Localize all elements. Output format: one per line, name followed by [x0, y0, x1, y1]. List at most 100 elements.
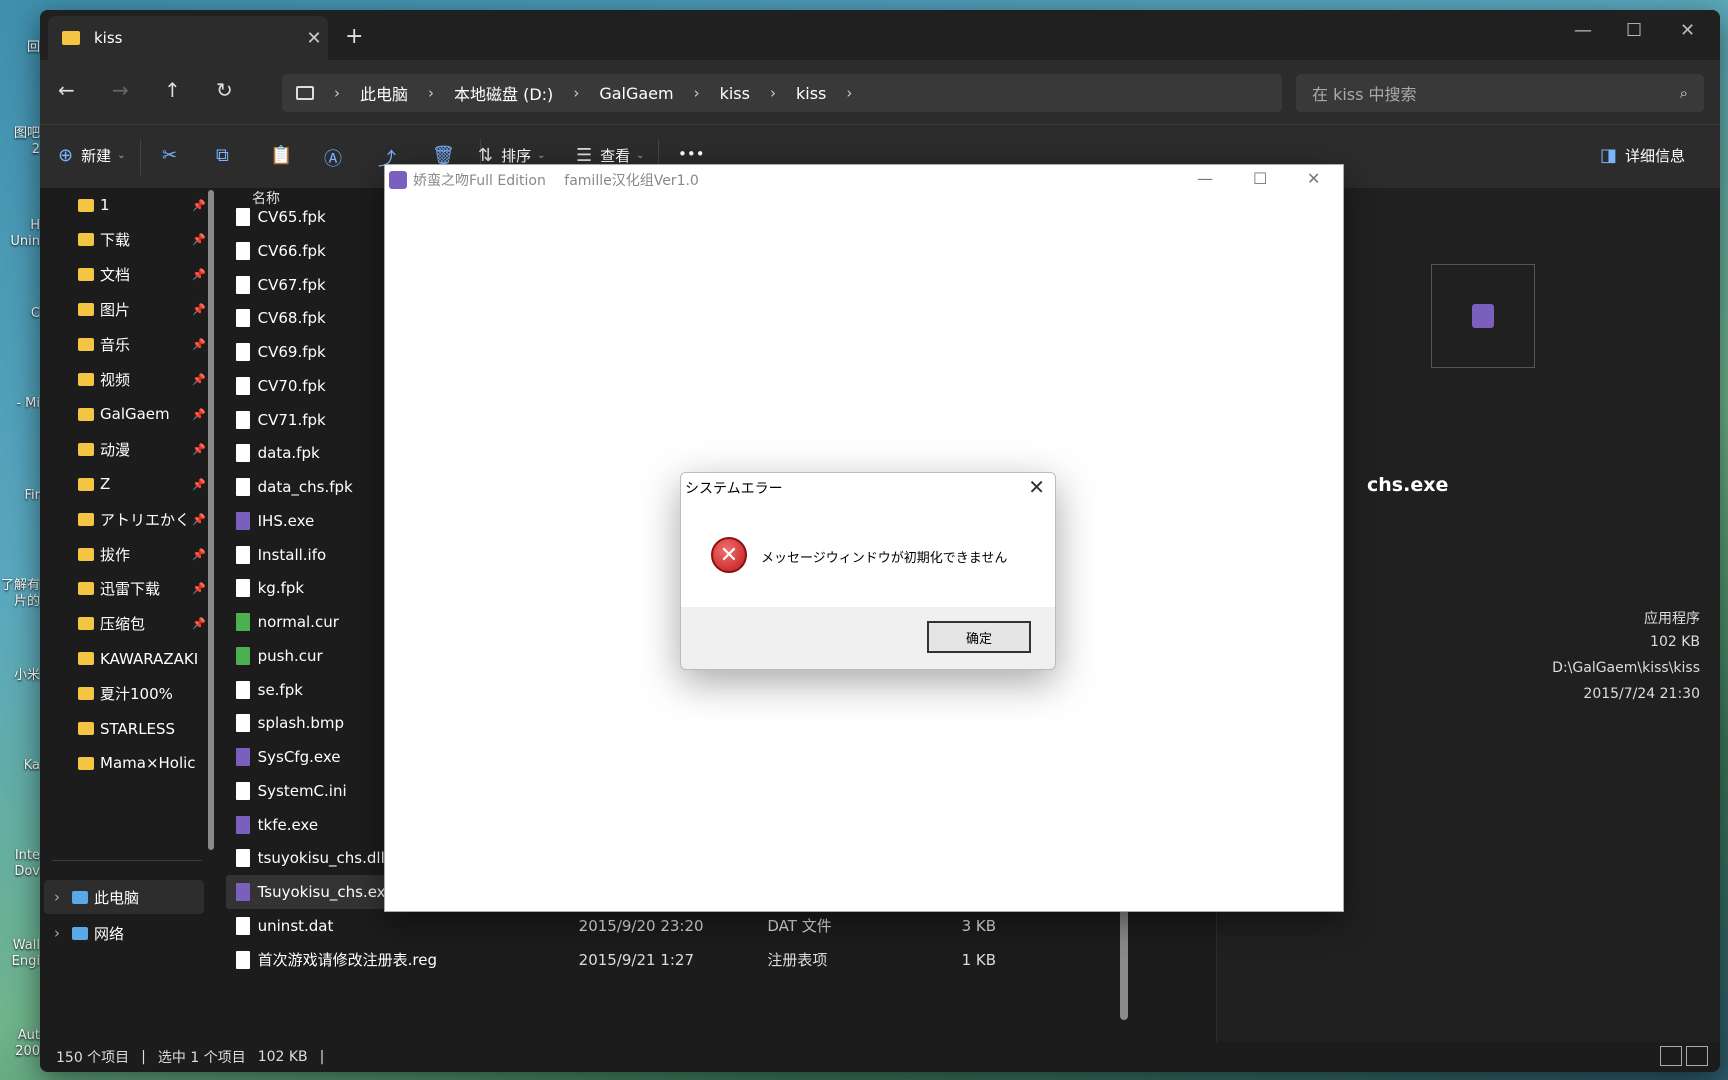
address-bar[interactable]: › 此电脑 › 本地磁盘 (D:) › GalGaem › kiss › kis…	[282, 74, 1282, 112]
navigation-pane: 1 📌 下载 📌 文档 📌 图片 📌 音乐 📌 视频 📌 GalGaem 📌 动漫 📌 Z 📌 アトリエかく 📌 拔作 📌…	[40, 188, 210, 1042]
refresh-icon[interactable]: ↻	[216, 78, 233, 102]
chevron-down-icon: ⌄	[636, 150, 645, 161]
paste-button[interactable]: 📋	[270, 145, 300, 166]
sort-button[interactable]: ⇅ 排序 ⌄	[478, 145, 546, 166]
file-icon	[236, 680, 250, 699]
game-window-titlebar: 娇蛮之吻Full Edition famille汉化组Ver1.0 — ☐ ✕	[385, 165, 1343, 195]
back-arrow-icon[interactable]: ←	[58, 78, 75, 102]
desktop-icon-label[interactable]: 图吧 2	[0, 126, 40, 158]
maximize-icon[interactable]: ☐	[1626, 20, 1642, 41]
new-label: 新建	[81, 147, 112, 165]
close-window-icon[interactable]: ✕	[1307, 169, 1320, 188]
folder-icon	[78, 373, 94, 386]
more-options-button[interactable]: •••	[678, 145, 705, 163]
tiles-view-icon[interactable]	[1686, 1046, 1708, 1066]
desktop-icon-label[interactable]: 小米	[0, 668, 40, 684]
file-row[interactable]: 首次游戏请修改注册表.reg 2015/9/21 1:27 注册表项 1 KB	[226, 943, 996, 977]
up-arrow-icon[interactable]: ↑	[164, 78, 181, 102]
breadcrumb-item[interactable]: 本地磁盘 (D:)	[454, 81, 553, 105]
sidebar-item-this-pc[interactable]: › 此电脑	[44, 880, 204, 914]
desktop-icon-label[interactable]: C	[0, 306, 40, 322]
breadcrumb-item[interactable]: kiss	[796, 84, 826, 103]
chevron-right-icon[interactable]: ›	[573, 84, 579, 102]
new-button[interactable]: ⊕ 新建 ⌄	[58, 145, 126, 166]
sidebar-item[interactable]: KAWARAZAKI	[78, 642, 208, 676]
view-label: 查看	[600, 147, 631, 165]
desktop-icon-label[interactable]: Fir	[0, 488, 41, 504]
sidebar-item[interactable]: 迅雷下载 📌	[78, 572, 208, 606]
file-icon	[236, 646, 250, 665]
sidebar-item[interactable]: GalGaem 📌	[78, 397, 208, 431]
desktop-icon-label[interactable]: Wall Engi	[0, 938, 40, 970]
breadcrumb-item[interactable]: 此电脑	[360, 81, 408, 105]
view-toggle	[1660, 1046, 1708, 1066]
chevron-right-icon[interactable]: ›	[428, 84, 434, 102]
sidebar-item[interactable]: 动漫 📌	[78, 432, 208, 466]
breadcrumb-item[interactable]: kiss	[720, 84, 750, 103]
details-pane-button[interactable]: ◨ 详细信息	[1600, 145, 1685, 166]
sidebar-item-label: Z	[100, 475, 111, 494]
chevron-right-icon[interactable]: ›	[54, 888, 60, 906]
sidebar-item[interactable]: 压缩包 📌	[78, 607, 208, 641]
sidebar-item[interactable]: 下载 📌	[78, 223, 208, 257]
sidebar-item[interactable]: 视频 📌	[78, 363, 208, 397]
search-input[interactable]: 在 kiss 中搜索 ⌕	[1296, 74, 1704, 112]
explorer-tab[interactable]: kiss ✕	[48, 16, 328, 60]
sidebar-item-network[interactable]: › 网络	[44, 916, 204, 950]
file-icon	[236, 748, 250, 766]
chevron-right-icon[interactable]: ›	[846, 84, 852, 102]
sidebar-item[interactable]: 夏汁100%	[78, 677, 208, 711]
folder-icon	[78, 582, 94, 596]
sidebar-item[interactable]: Mama×Holic	[78, 746, 208, 780]
rename-button[interactable]: Ⓐ	[324, 145, 350, 171]
sidebar-item[interactable]: 1 📌	[78, 188, 208, 222]
forward-arrow-icon[interactable]: →	[112, 78, 129, 102]
sidebar-item[interactable]: 文档 📌	[78, 258, 208, 292]
desktop-icon-label[interactable]: 了解有 片的	[0, 578, 40, 610]
close-window-icon[interactable]: ✕	[1680, 20, 1695, 41]
new-tab-button[interactable]: +	[345, 24, 363, 49]
desktop-icon-label[interactable]: Inte Dov	[0, 848, 40, 880]
sidebar-item-label: 音乐	[100, 336, 131, 355]
sidebar-scrollbar[interactable]	[208, 190, 214, 850]
desktop-icon-label[interactable]: Ka	[0, 758, 40, 774]
error-icon: ✕	[711, 537, 747, 573]
minimize-icon[interactable]: —	[1197, 169, 1213, 188]
desktop-icon-label[interactable]: H Unin	[0, 218, 40, 250]
sidebar-item[interactable]: 拔作 📌	[78, 537, 208, 571]
toolbar-divider	[140, 139, 141, 175]
dialog-titlebar: システムエラー ✕	[681, 473, 1055, 503]
desktop-icon-label[interactable]: 回	[0, 40, 40, 56]
file-row[interactable]: uninst.dat 2015/9/20 23:20 DAT 文件 3 KB	[226, 909, 996, 943]
cut-button[interactable]: ✂	[162, 145, 185, 166]
copy-button[interactable]: ⧉	[216, 145, 237, 166]
sidebar-item-label: 视频	[100, 371, 131, 389]
search-icon: ⌕	[1679, 84, 1688, 102]
sidebar-item[interactable]: 图片 📌	[78, 293, 208, 327]
sidebar-item[interactable]: アトリエかく 📌	[78, 502, 208, 536]
minimize-icon[interactable]: —	[1574, 20, 1592, 41]
chevron-right-icon[interactable]: ›	[770, 84, 776, 102]
sidebar-item[interactable]: STARLESS	[78, 712, 208, 746]
file-icon	[236, 950, 250, 969]
chevron-right-icon[interactable]: ›	[334, 84, 340, 102]
maximize-icon[interactable]: ☐	[1253, 169, 1267, 188]
desktop-icon-label[interactable]: - Mi	[0, 396, 40, 412]
chevron-right-icon[interactable]: ›	[54, 924, 60, 942]
ok-button[interactable]: 确定	[927, 621, 1031, 653]
details-type: 应用程序	[1644, 611, 1700, 627]
delete-button[interactable]: 🗑	[432, 145, 463, 166]
close-icon[interactable]: ✕	[1028, 475, 1045, 499]
network-icon	[72, 926, 88, 940]
view-button[interactable]: ☰ 查看 ⌄	[576, 145, 645, 166]
dialog-message: メッセージウィンドウが初期化できません	[761, 551, 1008, 566]
details-view-icon[interactable]	[1660, 1046, 1682, 1066]
breadcrumb-item[interactable]: GalGaem	[599, 84, 673, 103]
selected-count: 选中 1 个项目	[157, 1050, 246, 1066]
chevron-right-icon[interactable]: ›	[694, 84, 700, 102]
close-tab-icon[interactable]: ✕	[300, 28, 328, 49]
desktop-icon-label[interactable]: Aut 200	[0, 1028, 40, 1060]
sidebar-item-label: 夏汁100%	[100, 685, 173, 704]
sidebar-item[interactable]: Z 📌	[78, 467, 208, 501]
sidebar-item[interactable]: 音乐 📌	[78, 328, 208, 362]
